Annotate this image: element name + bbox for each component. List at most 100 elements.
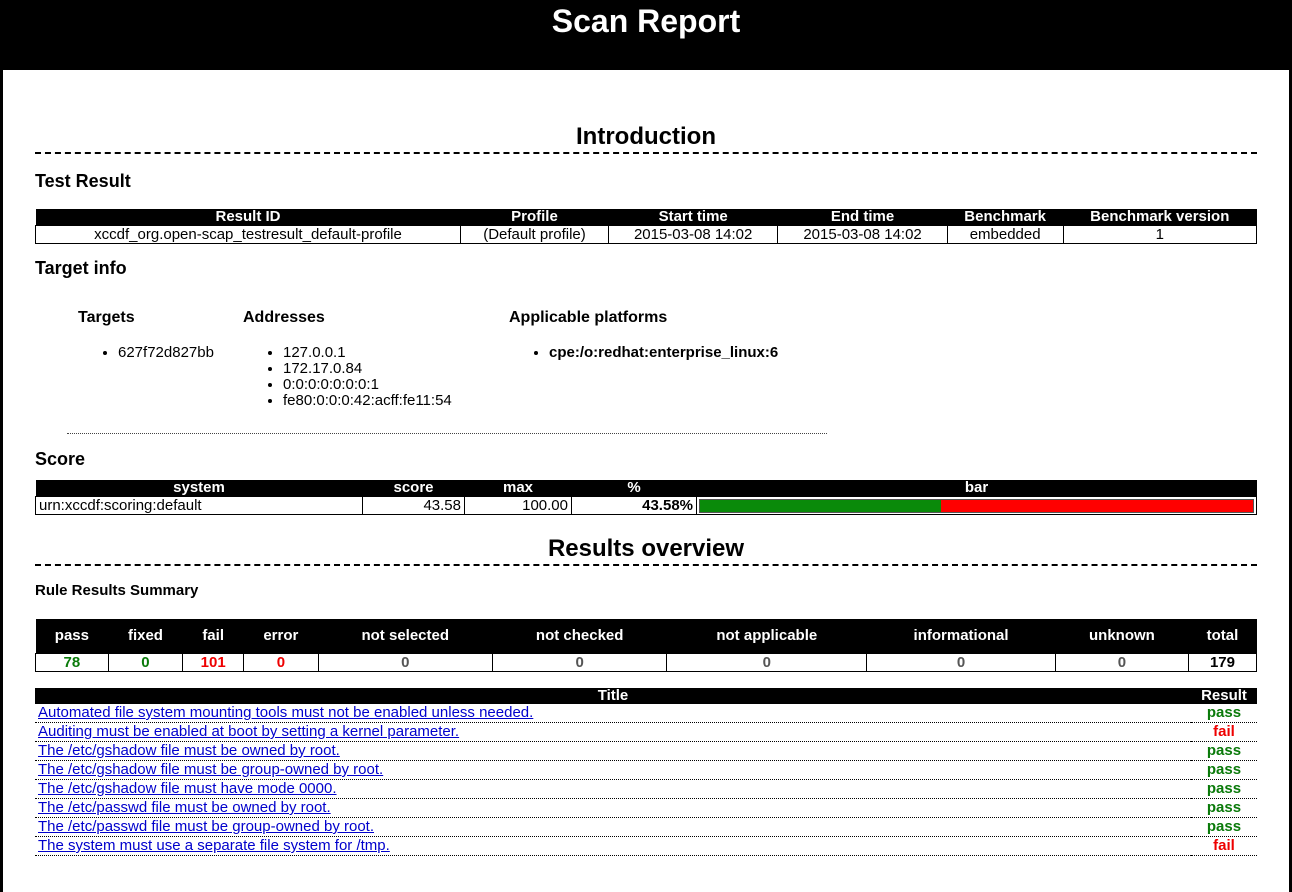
summary-pass: 78 <box>35 653 109 672</box>
rule-title-link[interactable]: Automated file system mounting tools mus… <box>38 704 533 721</box>
summary-error: 0 <box>243 653 319 672</box>
summary-fixed: 0 <box>107 653 184 672</box>
column-header: Benchmark version <box>1063 209 1257 226</box>
rule-result: pass <box>1191 704 1257 723</box>
table-row: The /etc/gshadow file must have mode 000… <box>35 779 1257 799</box>
address-item: 127.0.0.1 <box>283 345 452 361</box>
column-header: error <box>243 619 319 654</box>
targets-list: 627f72d827bb <box>78 345 214 361</box>
platform-item: cpe:/o:redhat:enterprise_linux:6 <box>549 345 778 361</box>
target-info: Targets 627f72d827bb Addresses 127.0.0.1… <box>35 309 1257 449</box>
column-header: Benchmark <box>947 209 1064 226</box>
rule-title-link[interactable]: The /etc/gshadow file must have mode 000… <box>38 780 337 797</box>
table-cell: (Default profile) <box>460 225 609 244</box>
address-item: fe80:0:0:0:42:acff:fe11:54 <box>283 393 452 409</box>
column-header: not checked <box>492 619 667 654</box>
rule-result: fail <box>1191 836 1257 856</box>
score-bar-fail <box>940 499 1253 512</box>
targets-column: Targets 627f72d827bb <box>78 309 214 361</box>
target-info-heading: Target info <box>35 258 127 278</box>
table-cell: 1 <box>1062 225 1258 244</box>
rule-title-link[interactable]: The /etc/passwd file must be owned by ro… <box>38 799 331 816</box>
rule-title-cell: The /etc/passwd file must be owned by ro… <box>35 798 1191 818</box>
divider <box>67 433 827 434</box>
test-result-heading: Test Result <box>35 171 131 191</box>
platforms-label: Applicable platforms <box>509 309 668 326</box>
column-header: not applicable <box>666 619 867 654</box>
summary-fail: 101 <box>182 653 245 672</box>
targets-label: Targets <box>78 309 135 326</box>
score-value: 43.58 <box>362 496 465 515</box>
address-item: 172.17.0.84 <box>283 361 452 377</box>
table-cell: 2015-03-08 14:02 <box>777 225 948 244</box>
table-row: The /etc/passwd file must be owned by ro… <box>35 798 1257 818</box>
table-row: The system must use a separate file syst… <box>35 836 1257 856</box>
rule-title-cell: Automated file system mounting tools mus… <box>35 704 1191 723</box>
score-max: 100.00 <box>464 496 572 515</box>
score-table: system score max% bar urn:xccdf:scoring:def… <box>35 480 1257 515</box>
results-overview-heading: Results overview <box>35 535 1257 566</box>
table-row: The /etc/gshadow file must be owned by r… <box>35 741 1257 761</box>
table-row: The /etc/gshadow file must be group-owne… <box>35 760 1257 780</box>
column-header: Result ID <box>35 209 461 226</box>
address-item: 0:0:0:0:0:0:0:1 <box>283 377 452 393</box>
summary-informational: 0 <box>866 653 1056 672</box>
column-header: bar <box>696 480 1257 497</box>
addresses-list: 127.0.0.1172.17.0.840:0:0:0:0:0:0:1fe80:… <box>243 345 452 409</box>
column-header: unknown <box>1055 619 1189 654</box>
column-header: fail <box>182 619 244 654</box>
table-row: 78 0 101 0 0 0 0 0 0 179 <box>35 653 1258 672</box>
rule-results-summary-heading: Rule Results Summary <box>35 582 199 599</box>
column-header: pass <box>35 619 109 654</box>
rule-title-link[interactable]: The system must use a separate file syst… <box>38 837 390 854</box>
rule-title-link[interactable]: The /etc/gshadow file must be group-owne… <box>38 761 383 778</box>
report-body[interactable]: Introduction Test Result Result ID Profil… <box>3 70 1289 892</box>
report-title: Scan Report <box>551 3 741 39</box>
column-header: Profile <box>460 209 609 226</box>
summary-unknown: 0 <box>1054 653 1189 672</box>
column-header: not selected <box>318 619 493 654</box>
test-result-table: Result ID Profile Start time End time Benchm… <box>35 209 1258 244</box>
summary-not-checked: 0 <box>491 653 668 672</box>
rule-title-link[interactable]: The /etc/gshadow file must be owned by r… <box>38 742 340 759</box>
rule-results-summary-table: pass fixed fail error not selected not checke… <box>35 619 1258 672</box>
rule-result: fail <box>1191 722 1257 742</box>
rule-result: pass <box>1191 741 1257 761</box>
column-header: Result <box>1191 688 1257 704</box>
score-system: urn:xccdf:scoring:default <box>35 496 363 515</box>
rule-result: pass <box>1191 798 1257 818</box>
column-header: total <box>1188 619 1257 654</box>
summary-not-applicable: 0 <box>666 653 868 672</box>
addresses-label: Addresses <box>243 309 325 326</box>
table-row: Automated file system mounting tools mus… <box>35 704 1257 723</box>
summary-not-selected: 0 <box>317 653 493 672</box>
addresses-column: Addresses 127.0.0.1172.17.0.840:0:0:0:0:… <box>243 309 452 409</box>
column-header: Start time <box>608 209 778 226</box>
column-header: informational <box>866 619 1056 654</box>
rule-result: pass <box>1191 760 1257 780</box>
table-row: xccdf_org.open-scap_testresult_default-p… <box>35 225 1258 244</box>
table-row: The /etc/passwd file must be group-owned… <box>35 817 1257 837</box>
score-bar <box>699 498 1254 513</box>
rule-result: pass <box>1191 779 1257 799</box>
report-header: Scan Report <box>0 0 1292 70</box>
score-bar-pass <box>700 499 941 512</box>
rule-title-link[interactable]: Auditing must be enabled at boot by sett… <box>38 723 459 740</box>
summary-total: 179 <box>1187 653 1258 672</box>
rule-result: pass <box>1191 817 1257 837</box>
rule-title-cell: The /etc/gshadow file must have mode 000… <box>35 779 1191 799</box>
table-cell: 2015-03-08 14:02 <box>607 225 779 244</box>
score-percent: 43.58% <box>571 496 697 515</box>
column-header: score <box>362 480 465 497</box>
target-item: 627f72d827bb <box>118 345 214 361</box>
score-heading: Score <box>35 449 86 469</box>
table-row: Auditing must be enabled at boot by sett… <box>35 722 1257 742</box>
column-header: End time <box>777 209 948 226</box>
column-header: max <box>464 480 572 497</box>
column-header: % <box>571 480 697 497</box>
column-header: Title <box>35 688 1191 704</box>
rule-title-link[interactable]: The /etc/passwd file must be group-owned… <box>38 818 374 835</box>
platforms-list: cpe:/o:redhat:enterprise_linux:6 <box>509 345 778 361</box>
column-header: fixed <box>108 619 183 654</box>
rule-title-cell: The system must use a separate file syst… <box>35 836 1191 856</box>
